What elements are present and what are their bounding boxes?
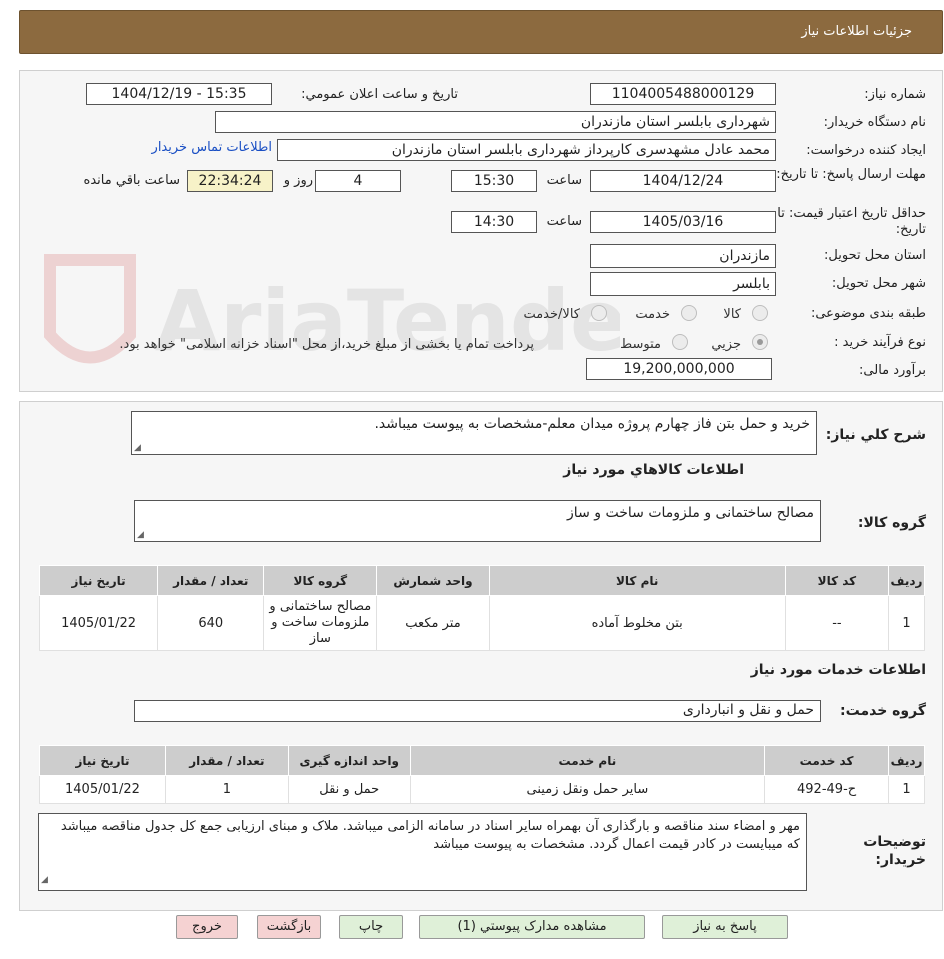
days-field: 4 — [315, 170, 401, 192]
days-label: روز و — [283, 173, 313, 188]
page-title: جزئیات اطلاعات نیاز — [801, 24, 912, 39]
budget-field: 19,200,000,000 — [586, 358, 772, 380]
radio-partial[interactable] — [752, 334, 768, 350]
summary-label: شرح کلي نياز: — [825, 427, 926, 443]
services-group-field[interactable]: حمل و نقل و انبارداری — [134, 700, 821, 722]
buyer-org-field: شهرداری بابلسر استان مازندران — [215, 111, 776, 133]
summary-text: خرید و حمل بتن فاز چهارم پروژه میدان معل… — [374, 416, 810, 432]
cell-code: -- — [784, 595, 889, 651]
resize-grip-icon[interactable]: ◢ — [134, 443, 141, 453]
remaining-label: ساعت باقي مانده — [83, 173, 180, 188]
deadline-date-field: 1404/12/24 — [590, 170, 776, 192]
col-row: رديف — [888, 745, 925, 776]
cell-unit: حمل و نقل — [287, 775, 411, 804]
validity-label: حداقل تاريخ اعتبار قيمت: تا تاريخ: — [776, 206, 926, 238]
table-row: 1 ح-49-492 سایر حمل ونقل زمینی حمل و نقل… — [39, 775, 925, 804]
cell-qty: 1 — [164, 775, 289, 804]
province-field: مازندران — [590, 244, 776, 268]
notes-label-text: توضيحات خريدار: — [863, 834, 926, 868]
cell-code: ح-49-492 — [764, 775, 890, 804]
services-group-text: حمل و نقل و انبارداری — [682, 702, 814, 718]
announce-field: 1404/12/19 - 15:35 — [86, 83, 272, 105]
view-attachments-button[interactable]: مشاهده مدارک پيوستي (1) — [419, 915, 645, 939]
radio-goods-service-label: کالا/خدمت — [523, 307, 580, 322]
process-note: پرداخت تمام يا بخشی از مبلغ خريد،از محل … — [119, 337, 534, 352]
cell-qty: 640 — [157, 595, 265, 651]
cell-name: بتن مخلوط آماده — [488, 595, 786, 651]
col-date: تاريخ نياز — [39, 745, 166, 776]
col-code: کد کالا — [784, 565, 889, 596]
col-name: نام کالا — [488, 565, 786, 596]
cell-date: 1405/01/22 — [39, 775, 166, 804]
goods-group-textarea[interactable]: مصالح ساختمانی و ملزومات ساخت و ساز ◢ — [134, 500, 821, 542]
reply-button[interactable]: پاسخ به نياز — [662, 915, 788, 939]
cell-unit: متر مکعب — [376, 595, 490, 651]
services-table: رديف کد خدمت نام خدمت واحد اندازه گيری ت… — [39, 745, 925, 804]
services-table-header: رديف کد خدمت نام خدمت واحد اندازه گيری ت… — [39, 745, 925, 776]
resize-grip-icon[interactable]: ◢ — [137, 530, 144, 540]
col-date: تاريخ نياز — [38, 565, 159, 596]
validity-label-text: حداقل تاريخ اعتبار قيمت: تا تاريخ: — [777, 206, 926, 237]
col-name: نام خدمت — [409, 745, 766, 776]
buyer-org-label: نام دستگاه خريدار: — [823, 115, 926, 130]
exit-button[interactable]: خروج — [176, 915, 238, 939]
creator-field: محمد عادل مشهدسری کارپرداز شهرداری بابلس… — [277, 139, 776, 161]
deadline-label: مهلت ارسال پاسخ: تا تاريخ: — [776, 167, 926, 183]
summary-textarea[interactable]: خرید و حمل بتن فاز چهارم پروژه میدان معل… — [131, 411, 817, 455]
radio-medium-label: متوسط — [620, 337, 661, 352]
radio-service[interactable] — [681, 305, 697, 321]
validity-date-field: 1405/03/16 — [590, 211, 776, 233]
goods-table: رديف کد کالا نام کالا واحد شمارش گروه کا… — [38, 565, 926, 651]
col-group: گروه کالا — [263, 565, 378, 596]
radio-service-label: خدمت — [635, 307, 670, 322]
radio-medium[interactable] — [672, 334, 688, 350]
buyer-contact-link[interactable]: اطلاعات تماس خريدار — [152, 140, 272, 155]
province-label: استان محل تحويل: — [824, 248, 926, 263]
col-unit: واحد اندازه گيری — [287, 745, 411, 776]
notes-label: توضيحات خريدار: — [856, 833, 926, 869]
notes-text: مهر و امضاء سند مناقصه و بارگذاری آن بهم… — [60, 819, 800, 852]
process-label: نوع فرآيند خريد : — [834, 335, 926, 350]
col-qty: تعداد / مقدار — [164, 745, 289, 776]
budget-label: برآورد مالی: — [859, 363, 926, 378]
city-label: شهر محل تحويل: — [831, 276, 926, 291]
cell-name: سایر حمل ونقل زمینی — [409, 775, 766, 804]
radio-goods-service[interactable] — [591, 305, 607, 321]
goods-section-title: اطلاعات کالاهاي مورد نياز — [563, 462, 744, 478]
cell-row: 1 — [887, 595, 926, 651]
radio-goods-label: کالا — [723, 307, 741, 322]
deadline-label-text: مهلت ارسال پاسخ: تا تاريخ: — [776, 167, 926, 182]
radio-goods[interactable] — [752, 305, 768, 321]
back-button[interactable]: بازگشت — [257, 915, 321, 939]
creator-label: ايجاد کننده درخواست: — [806, 143, 926, 158]
page-header: جزئیات اطلاعات نیاز — [19, 10, 943, 54]
validity-time-field: 14:30 — [451, 211, 537, 233]
resize-grip-icon[interactable]: ◢ — [41, 871, 48, 889]
radio-partial-label: جزيي — [711, 337, 741, 352]
validity-time-label: ساعت — [546, 214, 582, 229]
table-row: 1 -- بتن مخلوط آماده متر مکعب مصالح ساخت… — [38, 595, 926, 651]
goods-group-label: گروه کالا: — [857, 515, 926, 531]
col-row: رديف — [887, 565, 926, 596]
category-label: طبقه بندی موضوعی: — [810, 306, 926, 321]
goods-group-text: مصالح ساختمانی و ملزومات ساخت و ساز — [567, 505, 814, 521]
services-group-label: گروه خدمت: — [840, 703, 926, 719]
cell-date: 1405/01/22 — [38, 595, 159, 651]
deadline-time-field: 15:30 — [451, 170, 537, 192]
cell-row: 1 — [888, 775, 925, 804]
services-section-title: اطلاعات خدمات مورد نياز — [750, 662, 926, 678]
need-number-field: 1104005488000129 — [590, 83, 776, 105]
deadline-time-label: ساعت — [546, 173, 582, 188]
need-number-label: شماره نیاز: — [864, 87, 926, 102]
col-unit: واحد شمارش — [376, 565, 490, 596]
col-code: کد خدمت — [764, 745, 890, 776]
goods-table-header: رديف کد کالا نام کالا واحد شمارش گروه کا… — [38, 565, 926, 596]
print-button[interactable]: چاپ — [339, 915, 403, 939]
announce-label: تاریخ و ساعت اعلان عمومي: — [301, 87, 458, 102]
remaining-time-field: 22:34:24 — [187, 170, 273, 192]
cell-group: مصالح ساختمانی و ملزومات ساخت و ساز — [263, 595, 378, 651]
col-qty: تعداد / مقدار — [157, 565, 265, 596]
city-field: بابلسر — [590, 272, 776, 296]
notes-textarea[interactable]: مهر و امضاء سند مناقصه و بارگذاری آن بهم… — [38, 813, 807, 891]
